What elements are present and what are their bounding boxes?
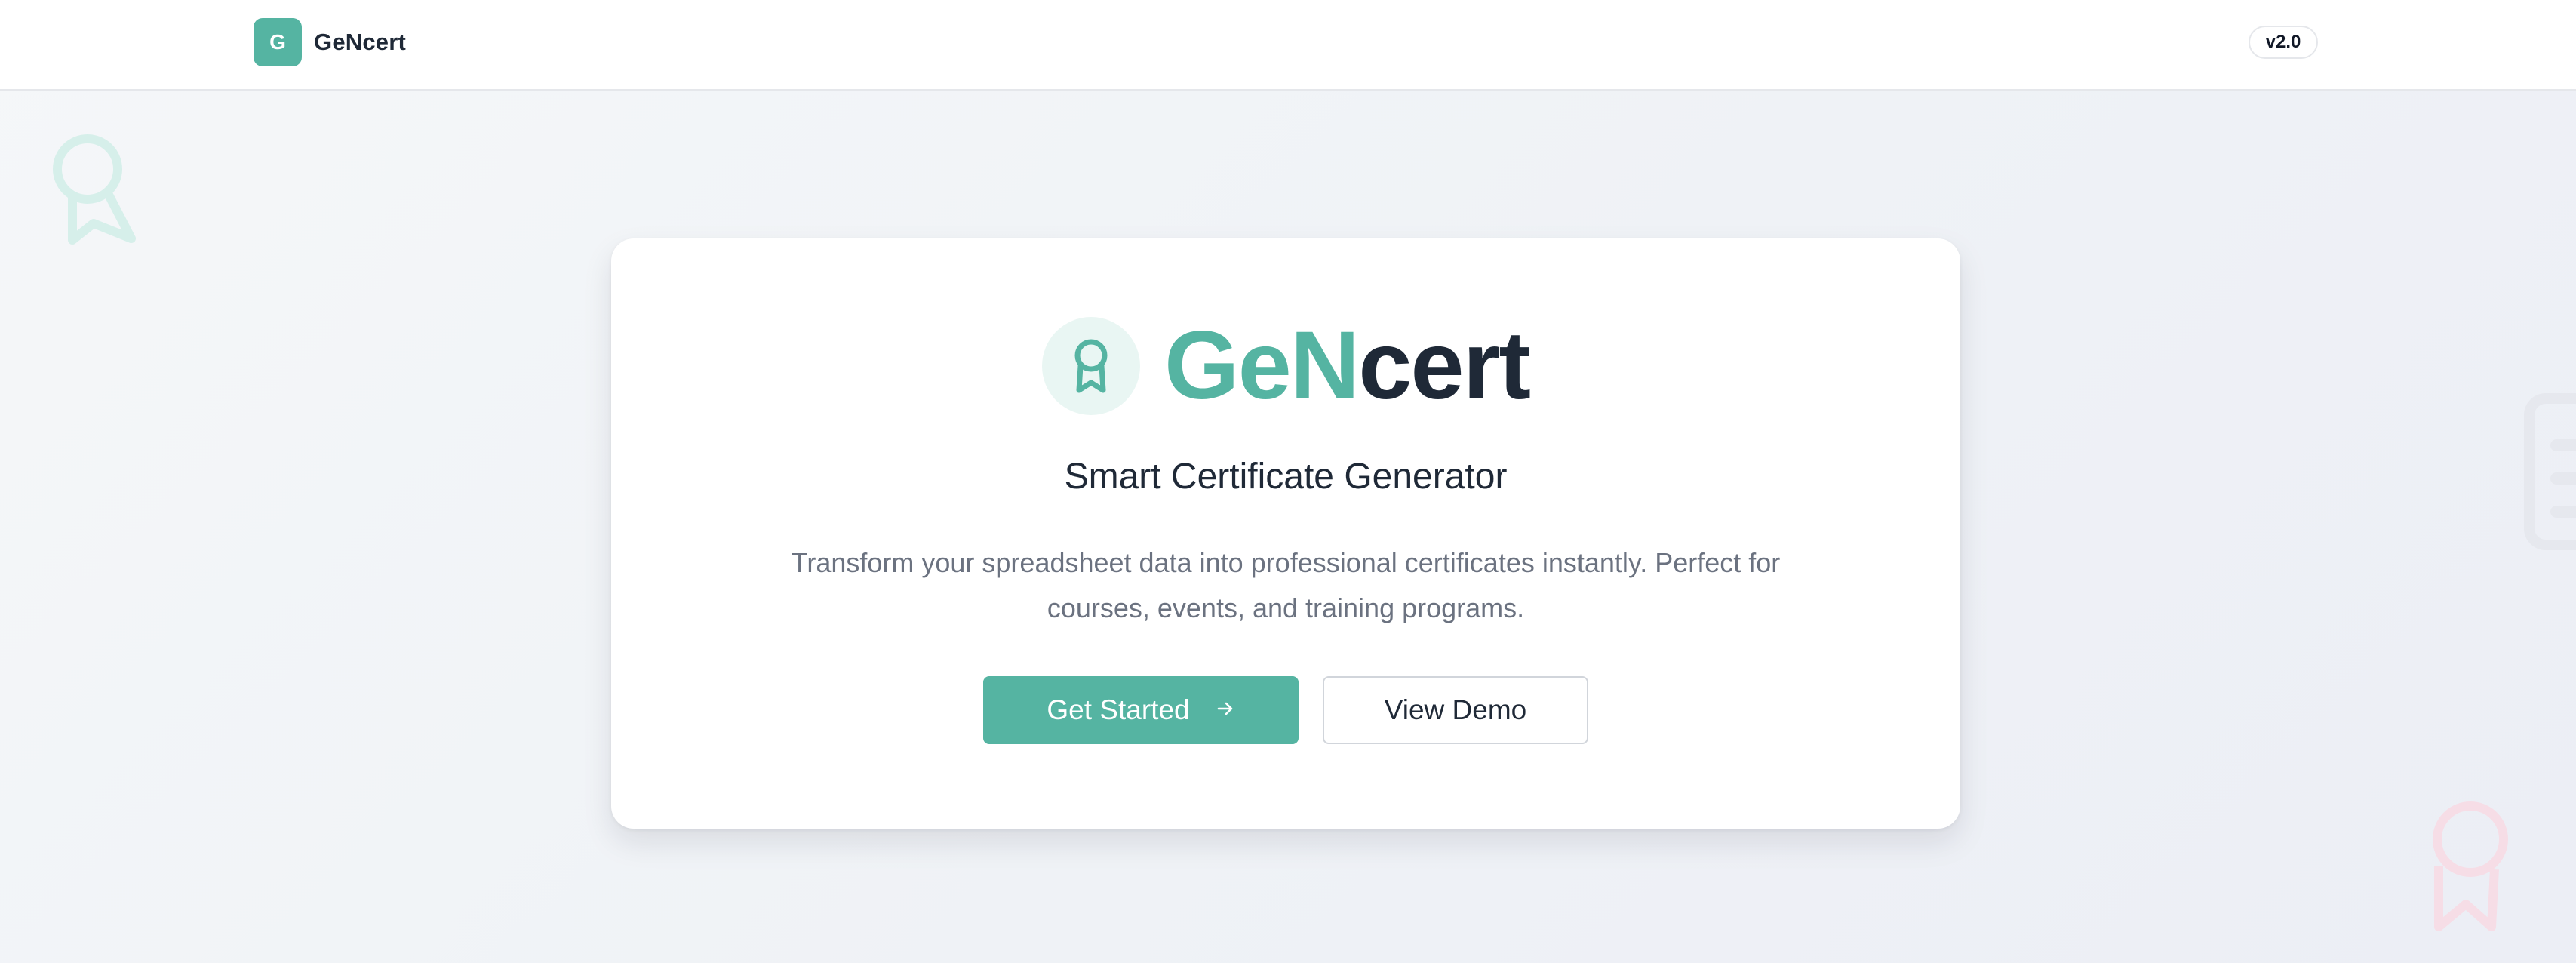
get-started-label: Get Started xyxy=(1047,694,1190,725)
hero-logo-wordmark: GeNcert xyxy=(1164,318,1531,414)
hero-logo: GeNcert xyxy=(611,317,1960,415)
hero-actions: Get Started View Demo xyxy=(611,676,1960,744)
brand-name: GeNcert xyxy=(314,29,407,55)
award-icon xyxy=(1042,317,1140,415)
brand-link[interactable]: G GeNcert xyxy=(254,18,406,66)
hero-card: GeNcert Smart Certificate Generator Tran… xyxy=(611,238,1960,829)
document-icon xyxy=(2523,392,2576,555)
top-nav: G GeNcert v2.0 xyxy=(0,0,2576,91)
logo-wordmark-dark: cert xyxy=(1358,312,1531,420)
award-icon xyxy=(2419,797,2517,937)
arrow-right-icon xyxy=(1216,697,1235,725)
hero-subtitle: Smart Certificate Generator xyxy=(1064,457,1508,497)
view-demo-button[interactable]: View Demo xyxy=(1323,676,1588,744)
brand-logo-mark: G xyxy=(254,18,302,66)
version-badge: v2.0 xyxy=(2249,26,2318,59)
view-demo-label: View Demo xyxy=(1384,694,1527,725)
hero-description: Transform your spreadsheet data into pro… xyxy=(791,547,1781,623)
get-started-button[interactable]: Get Started xyxy=(983,676,1299,744)
award-icon xyxy=(47,130,137,254)
logo-wordmark-green: GeN xyxy=(1164,312,1360,420)
